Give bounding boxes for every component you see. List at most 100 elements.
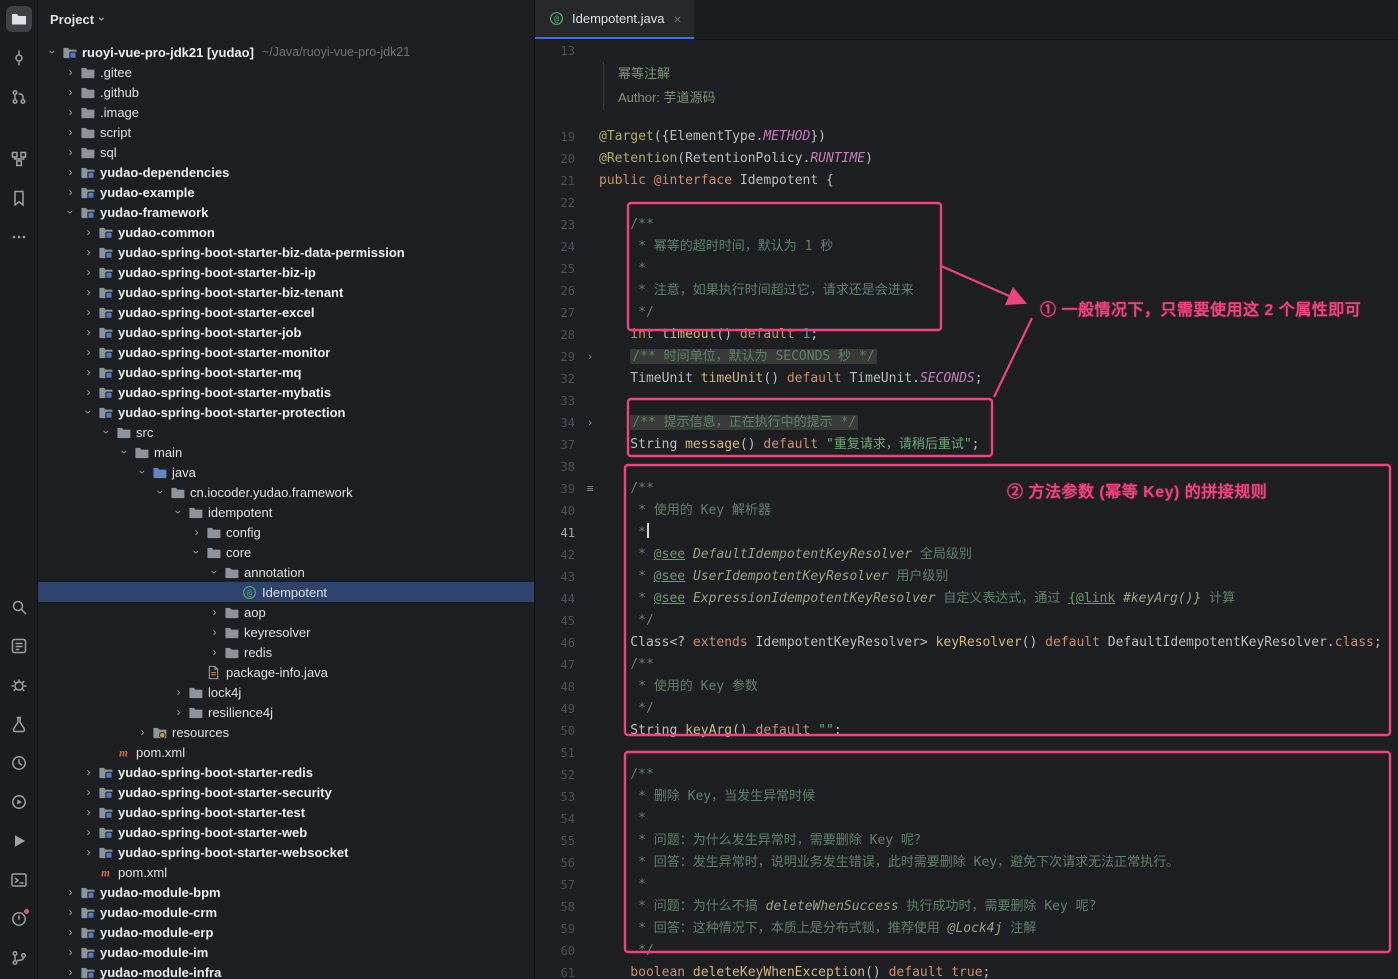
line-number[interactable]: 21 xyxy=(535,170,581,192)
tree-item-redis[interactable]: ›redis xyxy=(38,642,534,662)
code-line-34[interactable]: 34› /** 提示信息，正在执行中的提示 */ xyxy=(535,412,1398,434)
line-number[interactable]: 57 xyxy=(535,874,581,896)
project-panel-header[interactable]: Project › xyxy=(38,0,534,38)
tree-item-resources[interactable]: ›resources xyxy=(38,722,534,742)
code-line-48[interactable]: 48 * 使用的 Key 参数 xyxy=(535,676,1398,698)
code-line-29[interactable]: 29› /** 时间单位，默认为 SECONDS 秒 */ xyxy=(535,346,1398,368)
tree-item-yudao-module-im[interactable]: ›yudao-module-im xyxy=(38,942,534,962)
tree-item-yudao-common[interactable]: ›yudao-common xyxy=(38,222,534,242)
code-line-25[interactable]: 25 * xyxy=(535,258,1398,280)
chevron-icon[interactable]: › xyxy=(63,86,78,98)
tree-item-sql[interactable]: ›sql xyxy=(38,142,534,162)
chevron-icon[interactable]: › xyxy=(81,786,96,798)
chevron-icon[interactable]: › xyxy=(81,846,96,858)
tree-item-yudao-spring-boot-starter-protection[interactable]: ›yudao-spring-boot-starter-protection xyxy=(38,402,534,422)
code-line-43[interactable]: 43 * @see UserIdempotentKeyResolver 用户级别 xyxy=(535,566,1398,588)
code-line-32[interactable]: 32 TimeUnit timeUnit() default TimeUnit.… xyxy=(535,368,1398,390)
chevron-icon[interactable]: › xyxy=(63,946,78,958)
tests-icon[interactable] xyxy=(6,711,32,737)
chevron-icon[interactable]: › xyxy=(65,205,77,220)
tree-item-script[interactable]: ›script xyxy=(38,122,534,142)
line-number[interactable]: 45 xyxy=(535,610,581,632)
tree-item-yudao-example[interactable]: ›yudao-example xyxy=(38,182,534,202)
code-line-53[interactable]: 53 * 删除 Key，当发生异常时候 xyxy=(535,786,1398,808)
line-number[interactable]: 26 xyxy=(535,280,581,302)
tree-item-idempotent[interactable]: ›idempotent xyxy=(38,502,534,522)
chevron-icon[interactable]: › xyxy=(63,186,78,198)
chevron-icon[interactable]: › xyxy=(171,706,186,718)
tree-item-image[interactable]: ›.image xyxy=(38,102,534,122)
code-line-49[interactable]: 49 */ xyxy=(535,698,1398,720)
tree-item-core[interactable]: ›core xyxy=(38,542,534,562)
tree-item-yudao-dependencies[interactable]: ›yudao-dependencies xyxy=(38,162,534,182)
line-number[interactable]: 49 xyxy=(535,698,581,720)
tree-item-yudao-spring-boot-starter-biz-tenant[interactable]: ›yudao-spring-boot-starter-biz-tenant xyxy=(38,282,534,302)
code-line-56[interactable]: 56 * 回答：发生异常时，说明业务发生错误，此时需要删除 Key，避免下次请求… xyxy=(535,852,1398,874)
line-number[interactable]: 40 xyxy=(535,500,581,522)
chevron-icon[interactable]: › xyxy=(81,766,96,778)
todo-icon[interactable] xyxy=(6,633,32,659)
chevron-icon[interactable]: › xyxy=(189,526,204,538)
chevron-icon[interactable]: › xyxy=(81,226,96,238)
chevron-icon[interactable]: › xyxy=(137,465,149,480)
tree-item-yudao-framework[interactable]: ›yudao-framework xyxy=(38,202,534,222)
code-line-44[interactable]: 44 * @see ExpressionIdempotentKeyResolve… xyxy=(535,588,1398,610)
line-number[interactable]: 42 xyxy=(535,544,581,566)
tree-item-pom-xml[interactable]: mpom.xml xyxy=(38,862,534,882)
code-line-50[interactable]: 50 String keyArg() default ""; xyxy=(535,720,1398,742)
commit-icon[interactable] xyxy=(6,45,32,71)
code-line-45[interactable]: 45 */ xyxy=(535,610,1398,632)
chevron-down-icon[interactable]: › xyxy=(95,17,109,21)
chevron-icon[interactable]: › xyxy=(101,425,113,440)
tab-idempotent-java[interactable]: @ Idempotent.java × xyxy=(535,0,694,39)
code-line-37[interactable]: 37 String message() default "重复请求，请稍后重试"… xyxy=(535,434,1398,456)
tree-item-idempotent[interactable]: @Idempotent xyxy=(38,582,534,602)
line-number[interactable]: 44 xyxy=(535,588,581,610)
code-line-59[interactable]: 59 * 回答：这种情况下，本质上是分布式锁，推荐使用 @Lock4j 注解 xyxy=(535,918,1398,940)
tree-item-yudao-spring-boot-starter-biz-data-permission[interactable]: ›yudao-spring-boot-starter-biz-data-perm… xyxy=(38,242,534,262)
code-line-20[interactable]: 20@Retention(RetentionPolicy.RUNTIME) xyxy=(535,148,1398,170)
run-icon[interactable] xyxy=(6,828,32,854)
tree-item-yudao-module-bpm[interactable]: ›yudao-module-bpm xyxy=(38,882,534,902)
code-line-33[interactable]: 33 xyxy=(535,390,1398,412)
tree-item-yudao-spring-boot-starter-biz-ip[interactable]: ›yudao-spring-boot-starter-biz-ip xyxy=(38,262,534,282)
fold-arrow-icon[interactable]: › xyxy=(581,346,599,368)
tree-item-yudao-spring-boot-starter-redis[interactable]: ›yudao-spring-boot-starter-redis xyxy=(38,762,534,782)
debug-icon[interactable] xyxy=(6,672,32,698)
code-area[interactable]: 13幂等注解Author: 芋道源码19@Target({ElementType… xyxy=(535,40,1398,979)
tree-item-src[interactable]: ›src xyxy=(38,422,534,442)
chevron-icon[interactable]: › xyxy=(63,886,78,898)
chevron-icon[interactable]: › xyxy=(81,286,96,298)
chevron-icon[interactable]: › xyxy=(63,166,78,178)
code-line-24[interactable]: 24 * 幂等的超时时间，默认为 1 秒 xyxy=(535,236,1398,258)
line-number[interactable]: 46 xyxy=(535,632,581,654)
chevron-icon[interactable]: › xyxy=(207,646,222,658)
code-line-13[interactable]: 13 xyxy=(535,40,1398,62)
chevron-icon[interactable]: › xyxy=(81,306,96,318)
tree-item-yudao-spring-boot-starter-mybatis[interactable]: ›yudao-spring-boot-starter-mybatis xyxy=(38,382,534,402)
search-icon[interactable] xyxy=(6,594,32,620)
code-line-23[interactable]: 23 /** xyxy=(535,214,1398,236)
tree-item-yudao-spring-boot-starter-excel[interactable]: ›yudao-spring-boot-starter-excel xyxy=(38,302,534,322)
chevron-icon[interactable]: › xyxy=(173,505,185,520)
tree-item-cn-iocoder-yudao-framework[interactable]: ›cn.iocoder.yudao.framework xyxy=(38,482,534,502)
code-line-58[interactable]: 58 * 问题：为什么不搞 deleteWhenSuccess 执行成功时，需要… xyxy=(535,896,1398,918)
chevron-icon[interactable]: › xyxy=(171,686,186,698)
tree-item-aop[interactable]: ›aop xyxy=(38,602,534,622)
code-line-39[interactable]: 39≡ /** xyxy=(535,478,1398,500)
chevron-icon[interactable]: › xyxy=(47,45,59,60)
code-line-21[interactable]: 21public @interface Idempotent { xyxy=(535,170,1398,192)
line-number[interactable]: 22 xyxy=(535,192,581,214)
line-number[interactable]: 29 xyxy=(535,346,581,368)
chevron-icon[interactable]: › xyxy=(81,326,96,338)
more-tools-icon[interactable] xyxy=(6,224,32,250)
chevron-icon[interactable]: › xyxy=(81,826,96,838)
chevron-icon[interactable]: › xyxy=(81,806,96,818)
code-line-28[interactable]: 28 int timeout() default 1; xyxy=(535,324,1398,346)
code-line-57[interactable]: 57 * xyxy=(535,874,1398,896)
line-number[interactable]: 52 xyxy=(535,764,581,786)
tree-item-annotation[interactable]: ›annotation xyxy=(38,562,534,582)
code-line-38[interactable]: 38 xyxy=(535,456,1398,478)
chevron-icon[interactable]: › xyxy=(81,346,96,358)
tree-item-yudao-spring-boot-starter-test[interactable]: ›yudao-spring-boot-starter-test xyxy=(38,802,534,822)
